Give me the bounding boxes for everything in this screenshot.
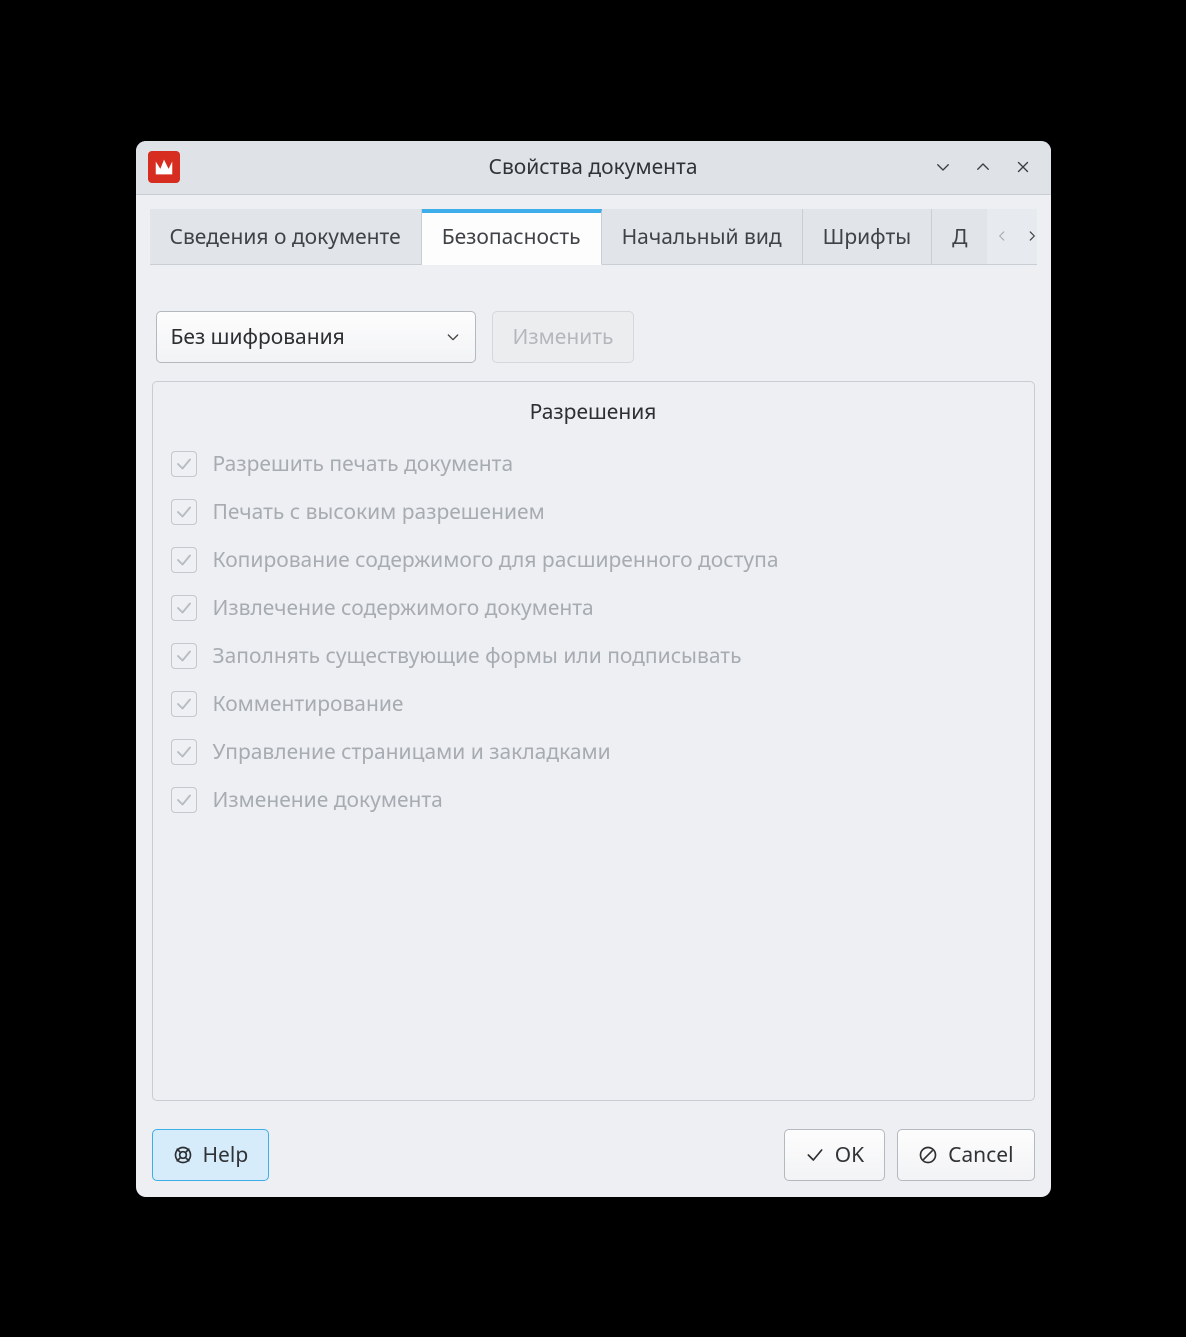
permission-label: Управление страницами и закладками xyxy=(213,738,611,766)
tab-arrow-left[interactable] xyxy=(987,216,1017,256)
permission-row: Заполнять существующие формы или подписы… xyxy=(171,632,1016,680)
change-button-label: Изменить xyxy=(513,323,614,351)
permissions-fieldset: Разрешения Разрешить печать документа Пе… xyxy=(152,381,1035,1101)
minimize-button[interactable] xyxy=(925,149,961,185)
tab-arrow-right[interactable] xyxy=(1017,216,1047,256)
permission-row: Разрешить печать документа xyxy=(171,440,1016,488)
help-button-label: Help xyxy=(203,1141,249,1169)
maximize-button[interactable] xyxy=(965,149,1001,185)
permission-label: Комментирование xyxy=(213,690,404,718)
help-icon xyxy=(173,1145,193,1165)
cancel-button-label: Cancel xyxy=(948,1141,1013,1169)
tab-initial-view[interactable]: Начальный вид xyxy=(602,209,803,264)
dialog-footer: Help OK Cancel xyxy=(136,1117,1051,1197)
window-title: Свойства документа xyxy=(136,153,1051,181)
permission-label: Копирование содержимого для расширенного… xyxy=(213,546,779,574)
permission-label: Печать с высоким разрешением xyxy=(213,498,545,526)
encryption-select[interactable]: Без шифрования xyxy=(156,311,476,363)
checkbox-icon xyxy=(171,739,197,765)
cancel-icon xyxy=(918,1145,938,1165)
app-icon xyxy=(148,151,180,183)
checkbox-icon xyxy=(171,451,197,477)
tab-fonts[interactable]: Шрифты xyxy=(803,209,933,264)
ok-button[interactable]: OK xyxy=(784,1129,885,1181)
tab-scroll-arrows xyxy=(987,209,1047,264)
encryption-row: Без шифрования Изменить xyxy=(152,311,1035,363)
permission-row: Управление страницами и закладками xyxy=(171,728,1016,776)
footer-spacer xyxy=(281,1129,771,1181)
titlebar[interactable]: Свойства документа xyxy=(136,141,1051,195)
checkbox-icon xyxy=(171,691,197,717)
permission-label: Разрешить печать документа xyxy=(213,450,514,478)
checkbox-icon xyxy=(171,595,197,621)
permission-label: Заполнять существующие формы или подписы… xyxy=(213,642,742,670)
permission-row: Копирование содержимого для расширенного… xyxy=(171,536,1016,584)
permissions-title: Разрешения xyxy=(171,398,1016,426)
tabbar: Сведения о документе Безопасность Началь… xyxy=(150,209,1037,265)
tab-more-peek[interactable]: Д xyxy=(932,209,987,264)
checkbox-icon xyxy=(171,499,197,525)
permission-row: Комментирование xyxy=(171,680,1016,728)
cancel-button[interactable]: Cancel xyxy=(897,1129,1034,1181)
checkbox-icon xyxy=(171,787,197,813)
dialog-window: Свойства документа Сведения о документе … xyxy=(136,141,1051,1197)
permission-row: Печать с высоким разрешением xyxy=(171,488,1016,536)
window-controls xyxy=(925,149,1041,185)
help-button[interactable]: Help xyxy=(152,1129,270,1181)
encryption-select-value: Без шифрования xyxy=(171,323,345,351)
permission-row: Извлечение содержимого документа xyxy=(171,584,1016,632)
tab-security[interactable]: Безопасность xyxy=(422,209,602,265)
checkbox-icon xyxy=(171,643,197,669)
tabbar-container: Сведения о документе Безопасность Началь… xyxy=(136,195,1051,265)
ok-button-label: OK xyxy=(835,1141,864,1169)
permission-label: Изменение документа xyxy=(213,786,443,814)
check-icon xyxy=(805,1145,825,1165)
tab-document-info[interactable]: Сведения о документе xyxy=(150,209,422,264)
permission-row: Изменение документа xyxy=(171,776,1016,824)
chevron-down-icon xyxy=(445,329,461,345)
tab-content-security: Без шифрования Изменить Разрешения Разре… xyxy=(136,265,1051,1117)
permission-label: Извлечение содержимого документа xyxy=(213,594,594,622)
change-button: Изменить xyxy=(492,311,635,363)
checkbox-icon xyxy=(171,547,197,573)
close-button[interactable] xyxy=(1005,149,1041,185)
